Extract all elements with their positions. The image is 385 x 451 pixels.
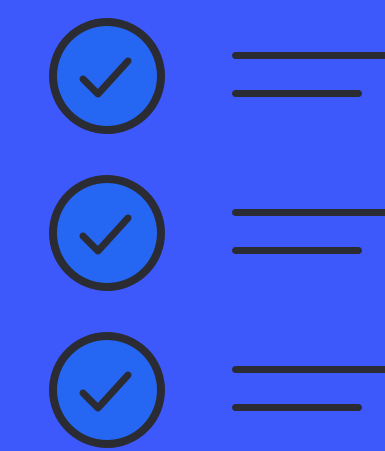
text-line-placeholder	[232, 247, 362, 254]
text-line-placeholder	[232, 366, 385, 373]
checklist	[0, 0, 385, 448]
text-line-placeholder	[232, 209, 385, 216]
text-line-placeholder	[232, 52, 385, 59]
checklist-item-2	[0, 174, 385, 294]
text-line-placeholder	[232, 404, 362, 411]
check-circle-icon	[48, 17, 166, 135]
text-line-placeholder	[232, 90, 362, 97]
check-circle-icon	[48, 174, 166, 292]
checklist-item-1	[0, 17, 385, 137]
checklist-item-3	[0, 331, 385, 451]
check-circle-icon	[48, 331, 166, 449]
